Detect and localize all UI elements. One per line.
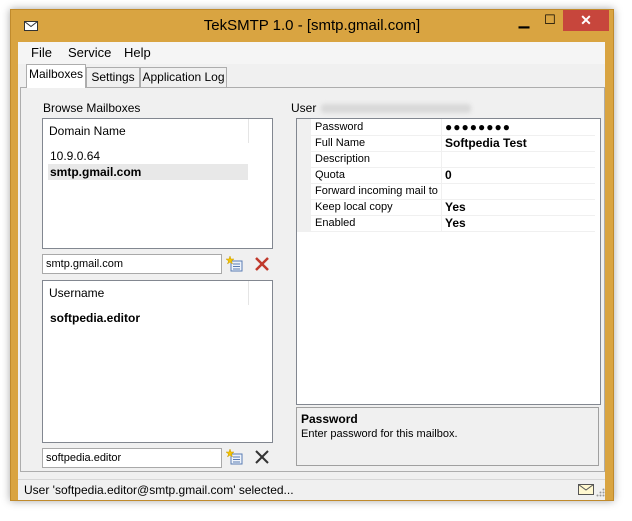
row-gutter (297, 199, 311, 215)
add-user-icon[interactable] (226, 448, 244, 466)
domain-input[interactable]: smtp.gmail.com (42, 254, 222, 274)
property-row-quota[interactable]: Quota 0 (297, 167, 595, 184)
user-group-label: User (291, 101, 317, 115)
menu-bar: File Service Help (18, 42, 605, 64)
row-gutter (297, 167, 311, 183)
domain-list[interactable]: Domain Name 10.9.0.64 smtp.gmail.com (42, 118, 273, 249)
property-name: Description (315, 151, 442, 167)
row-gutter (297, 151, 311, 167)
property-name: Enabled (315, 215, 442, 231)
add-domain-icon[interactable] (226, 255, 244, 273)
close-button[interactable]: ✕ (563, 10, 609, 31)
property-row-description[interactable]: Description (297, 151, 595, 168)
title-bar[interactable]: TekSMTP 1.0 - [smtp.gmail.com] ▁ ☐ ✕ (11, 10, 613, 42)
status-bar: User 'softpedia.editor@smtp.gmail.com' s… (18, 479, 605, 500)
domain-row[interactable]: 10.9.0.64 (48, 148, 248, 164)
status-text: User 'softpedia.editor@smtp.gmail.com' s… (24, 483, 294, 497)
username-input[interactable]: softpedia.editor (42, 448, 222, 468)
property-grid[interactable]: Password ●●●●●●●● Full Name Softpedia Te… (296, 118, 601, 405)
property-description-text: Enter password for this mailbox. (301, 428, 458, 440)
property-name: Password (315, 119, 442, 135)
row-gutter (297, 183, 311, 199)
property-name: Full Name (315, 135, 442, 151)
row-gutter (297, 215, 311, 231)
property-value[interactable]: Yes (445, 215, 595, 231)
delete-domain-icon[interactable] (253, 255, 271, 273)
property-row-keep-local-copy[interactable]: Keep local copy Yes (297, 199, 595, 216)
property-row-full-name[interactable]: Full Name Softpedia Test (297, 135, 595, 152)
property-name: Quota (315, 167, 442, 183)
username-row[interactable]: softpedia.editor (48, 310, 248, 326)
property-name: Forward incoming mail to (315, 183, 442, 199)
browse-mailboxes-label: Browse Mailboxes (41, 101, 143, 115)
property-description-title: Password (301, 412, 358, 426)
resize-grip-icon[interactable] (596, 488, 605, 497)
menu-file[interactable]: File (31, 45, 52, 60)
tab-settings[interactable]: Settings (86, 67, 140, 87)
property-value[interactable] (445, 151, 595, 167)
property-row-password[interactable]: Password ●●●●●●●● (297, 119, 595, 136)
row-gutter (297, 119, 311, 135)
domain-row-selected[interactable]: smtp.gmail.com (48, 164, 248, 180)
property-value[interactable]: Yes (445, 199, 595, 215)
property-row-forward[interactable]: Forward incoming mail to (297, 183, 595, 200)
tab-application-log[interactable]: Application Log (140, 67, 227, 87)
property-row-enabled[interactable]: Enabled Yes (297, 215, 595, 232)
envelope-icon (578, 484, 594, 495)
username-header[interactable]: Username (43, 281, 249, 305)
property-description-panel: Password Enter password for this mailbox… (296, 407, 599, 466)
property-value[interactable]: 0 (445, 167, 595, 183)
property-name: Keep local copy (315, 199, 442, 215)
property-value[interactable] (445, 183, 595, 199)
client-area: File Service Help Mailboxes Settings App… (18, 42, 605, 500)
property-value[interactable]: ●●●●●●●● (445, 119, 595, 135)
user-email-blurred (321, 104, 471, 113)
menu-help[interactable]: Help (124, 45, 151, 60)
domain-name-header[interactable]: Domain Name (43, 119, 249, 143)
delete-user-icon[interactable] (253, 448, 271, 466)
row-gutter (297, 135, 311, 151)
tab-mailboxes[interactable]: Mailboxes (26, 64, 86, 88)
app-window: TekSMTP 1.0 - [smtp.gmail.com] ▁ ☐ ✕ Fil… (10, 9, 614, 501)
username-list[interactable]: Username softpedia.editor (42, 280, 273, 443)
menu-service[interactable]: Service (68, 45, 111, 60)
property-value[interactable]: Softpedia Test (445, 135, 595, 151)
minimize-button[interactable]: ▁ (511, 11, 537, 31)
maximize-button[interactable]: ☐ (537, 11, 563, 31)
